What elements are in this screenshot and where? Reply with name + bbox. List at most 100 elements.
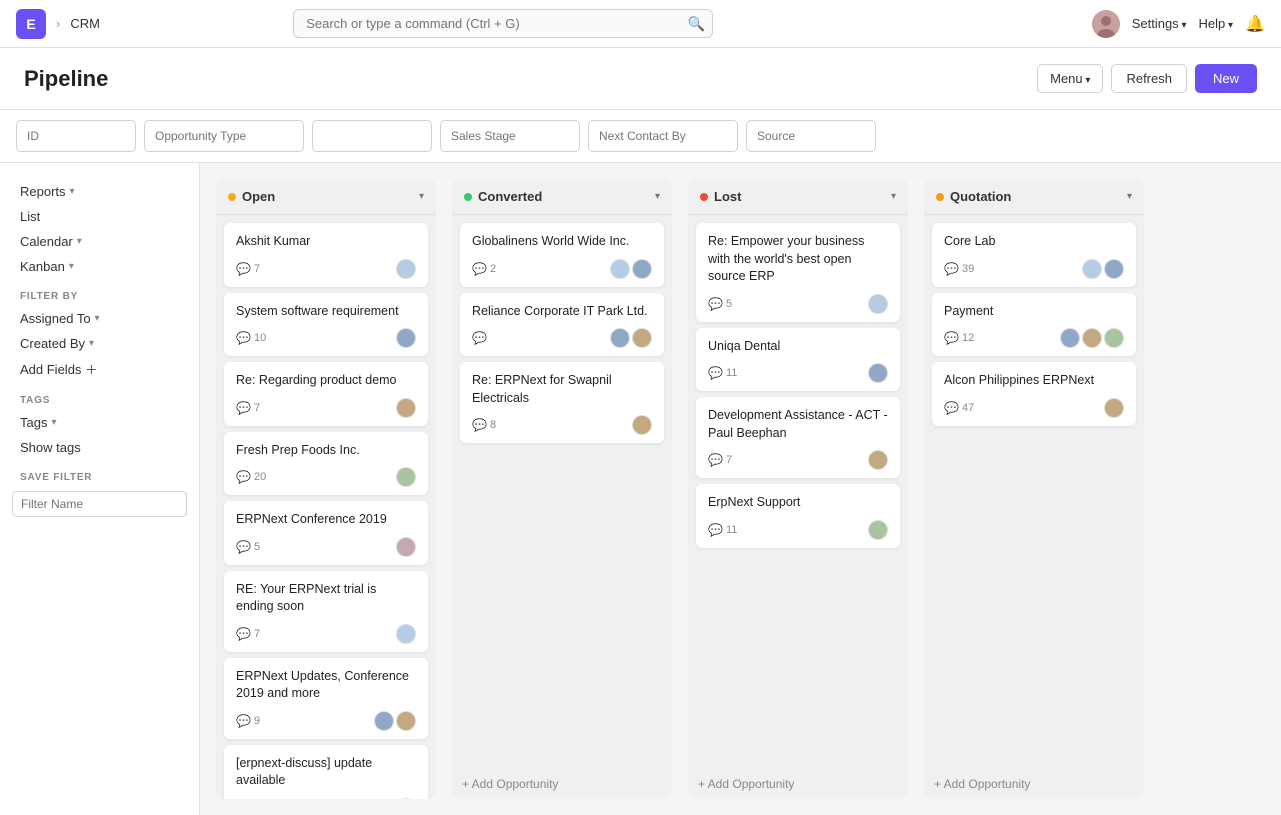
table-row[interactable]: Globalinens World Wide Inc.💬2 — [460, 223, 664, 287]
col-title-quotation: Quotation — [950, 189, 1011, 204]
breadcrumb-crm: CRM — [70, 16, 100, 31]
filter-opportunity-type-input[interactable] — [144, 120, 304, 152]
app-icon[interactable]: E — [16, 9, 46, 39]
col-dot-quotation — [936, 193, 944, 201]
kanban-board: Open▾Akshit Kumar💬7System software requi… — [200, 163, 1281, 815]
comment-icon: 💬 — [708, 366, 723, 380]
table-row[interactable]: Development Assistance - ACT - Paul Beep… — [696, 397, 900, 478]
card-title: Development Assistance - ACT - Paul Beep… — [708, 407, 888, 442]
col-chevron-quotation[interactable]: ▾ — [1127, 191, 1132, 202]
tags-label: TAGS — [12, 383, 187, 410]
comment-icon: 💬 — [944, 262, 959, 276]
col-cards-converted: Globalinens World Wide Inc.💬2Reliance Co… — [452, 215, 672, 769]
table-row[interactable]: Alcon Philippines ERPNext💬47 — [932, 362, 1136, 426]
top-nav: E › CRM 🔍 Settings Help 🔔 — [0, 0, 1281, 48]
filter-sales-stage-input[interactable] — [440, 120, 580, 152]
table-row[interactable]: ERPNext Conference 2019💬5 — [224, 501, 428, 565]
col-chevron-converted[interactable]: ▾ — [655, 191, 660, 202]
avatar — [1104, 328, 1124, 348]
table-row[interactable]: ErpNext Support💬11 — [696, 484, 900, 548]
search-input[interactable] — [293, 9, 713, 38]
topnav-right: Settings Help 🔔 — [1092, 10, 1265, 38]
comment-icon: 💬 — [236, 627, 251, 641]
avatar — [396, 537, 416, 557]
col-header-open: Open▾ — [216, 179, 436, 215]
sidebar-item-calendar[interactable]: Calendar ▾ — [12, 229, 187, 254]
filter-source-input[interactable] — [746, 120, 876, 152]
card-title: [erpnext-discuss] update available — [236, 755, 416, 790]
col-cards-lost: Re: Empower your business with the world… — [688, 215, 908, 769]
sidebar-add-fields[interactable]: Add Fields ＋ — [12, 356, 187, 383]
avatar — [396, 467, 416, 487]
sidebar-item-reports[interactable]: Reports ▾ — [12, 179, 187, 204]
table-row[interactable]: Re: Regarding product demo💬7 — [224, 362, 428, 426]
col-cards-quotation: Core Lab💬39Payment💬12Alcon Philippines E… — [924, 215, 1144, 769]
sidebar-calendar-arrow: ▾ — [77, 236, 82, 247]
card-title: Core Lab — [944, 233, 1124, 251]
sidebar-tags-arrow: ▾ — [51, 417, 56, 428]
sidebar-tags-label: Tags — [20, 415, 47, 430]
settings-menu[interactable]: Settings — [1132, 16, 1187, 31]
table-row[interactable]: Re: Empower your business with the world… — [696, 223, 900, 322]
sidebar-item-list[interactable]: List — [12, 204, 187, 229]
save-filter-label: SAVE FILTER — [12, 460, 187, 487]
search-icon: 🔍 — [688, 15, 705, 32]
comment-icon: 💬 — [472, 331, 487, 345]
comment-count: 5 — [254, 541, 260, 553]
comment-icon: 💬 — [708, 453, 723, 467]
table-row[interactable]: Payment💬12 — [932, 293, 1136, 357]
sidebar: Reports ▾ List Calendar ▾ Kanban ▾ FILTE… — [0, 163, 200, 815]
table-row[interactable]: Akshit Kumar💬7 — [224, 223, 428, 287]
sidebar-created-arrow: ▾ — [89, 338, 94, 349]
table-row[interactable]: [erpnext-discuss] update available💬3 — [224, 745, 428, 800]
add-opportunity-lost[interactable]: + Add Opportunity — [688, 769, 908, 799]
comment-icon: 💬 — [236, 470, 251, 484]
table-row[interactable]: Reliance Corporate IT Park Ltd.💬 — [460, 293, 664, 357]
sidebar-add-fields-label: Add Fields — [20, 362, 81, 377]
sidebar-show-tags[interactable]: Show tags — [12, 435, 187, 460]
comment-icon: 💬 — [236, 401, 251, 415]
comment-count: 2 — [490, 263, 496, 275]
table-row[interactable]: Core Lab💬39 — [932, 223, 1136, 287]
filter-id-input[interactable] — [16, 120, 136, 152]
sidebar-assigned-to[interactable]: Assigned To ▾ — [12, 306, 187, 331]
table-row[interactable]: System software requirement💬10 — [224, 293, 428, 357]
table-row[interactable]: RE: Your ERPNext trial is ending soon💬7 — [224, 571, 428, 652]
card-title: Payment — [944, 303, 1124, 321]
add-opportunity-converted[interactable]: + Add Opportunity — [452, 769, 672, 799]
comment-icon: 💬 — [944, 331, 959, 345]
notifications-icon[interactable]: 🔔 — [1245, 14, 1265, 34]
sidebar-tags[interactable]: Tags ▾ — [12, 410, 187, 435]
table-row[interactable]: Uniqa Dental💬11 — [696, 328, 900, 392]
avatar — [632, 328, 652, 348]
user-avatar[interactable] — [1092, 10, 1120, 38]
table-row[interactable]: ERPNext Updates, Conference 2019 and mor… — [224, 658, 428, 739]
page-title: Pipeline — [24, 66, 108, 92]
comment-count: 11 — [726, 524, 737, 536]
new-button[interactable]: New — [1195, 64, 1257, 93]
card-title: Uniqa Dental — [708, 338, 888, 356]
col-cards-open: Akshit Kumar💬7System software requiremen… — [216, 215, 436, 799]
sidebar-created-by[interactable]: Created By ▾ — [12, 331, 187, 356]
filter-blank-input[interactable] — [312, 120, 432, 152]
avatar — [868, 294, 888, 314]
table-row[interactable]: Re: ERPNext for Swapnil Electricals💬8 — [460, 362, 664, 443]
refresh-button[interactable]: Refresh — [1111, 64, 1187, 93]
avatar — [1082, 328, 1102, 348]
kanban-col-open: Open▾Akshit Kumar💬7System software requi… — [216, 179, 436, 799]
filter-next-contact-input[interactable] — [588, 120, 738, 152]
col-title-lost: Lost — [714, 189, 741, 204]
avatar — [396, 624, 416, 644]
comment-icon: 💬 — [236, 714, 251, 728]
table-row[interactable]: Fresh Prep Foods Inc.💬20 — [224, 432, 428, 496]
menu-button[interactable]: Menu — [1037, 64, 1103, 93]
col-chevron-open[interactable]: ▾ — [419, 191, 424, 202]
avatar — [610, 328, 630, 348]
filter-name-input[interactable] — [12, 491, 187, 517]
col-header-quotation: Quotation ▾ — [924, 179, 1144, 215]
add-opportunity-quotation[interactable]: + Add Opportunity — [924, 769, 1144, 799]
col-chevron-lost[interactable]: ▾ — [891, 191, 896, 202]
help-menu[interactable]: Help — [1199, 16, 1234, 31]
header-actions: Menu Refresh New — [1037, 64, 1257, 93]
sidebar-item-kanban[interactable]: Kanban ▾ — [12, 254, 187, 279]
